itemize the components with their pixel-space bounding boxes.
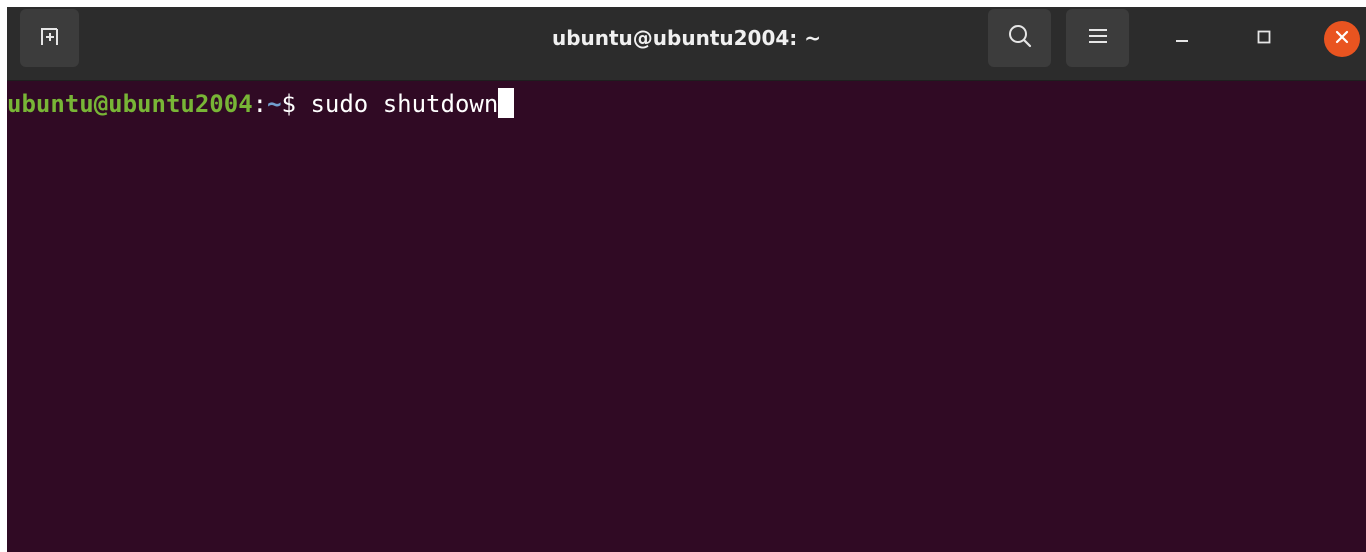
prompt-symbol: $ — [281, 90, 296, 118]
search-button[interactable] — [988, 9, 1051, 67]
minimize-icon — [1174, 29, 1190, 50]
prompt-user-host: ubuntu@ubuntu2004 — [7, 90, 253, 118]
hamburger-menu-icon — [1087, 26, 1109, 51]
prompt-path: ~ — [267, 90, 282, 118]
menu-button[interactable] — [1066, 9, 1129, 67]
command-line: ubuntu@ubuntu2004:~$ sudo shutdown — [7, 88, 515, 120]
command-text: sudo shutdown — [296, 90, 499, 118]
prompt-separator: : — [252, 90, 268, 118]
new-tab-icon — [38, 24, 62, 53]
title-bar[interactable]: ubuntu@ubuntu2004: ~ — [7, 7, 1366, 81]
terminal-window: ubuntu@ubuntu2004: ~ ubuntu@ubuntu2004:~… — [7, 7, 1366, 552]
maximize-icon — [1256, 29, 1272, 50]
text-cursor — [498, 88, 515, 118]
maximize-button[interactable] — [1246, 21, 1282, 57]
window-title: ubuntu@ubuntu2004: ~ — [551, 26, 822, 50]
search-icon — [1007, 23, 1033, 54]
close-icon — [1334, 29, 1350, 50]
new-tab-button[interactable] — [20, 9, 79, 67]
minimize-button[interactable] — [1164, 21, 1200, 57]
terminal-area[interactable]: ubuntu@ubuntu2004:~$ sudo shutdown — [7, 81, 1366, 552]
close-button[interactable] — [1324, 21, 1360, 57]
